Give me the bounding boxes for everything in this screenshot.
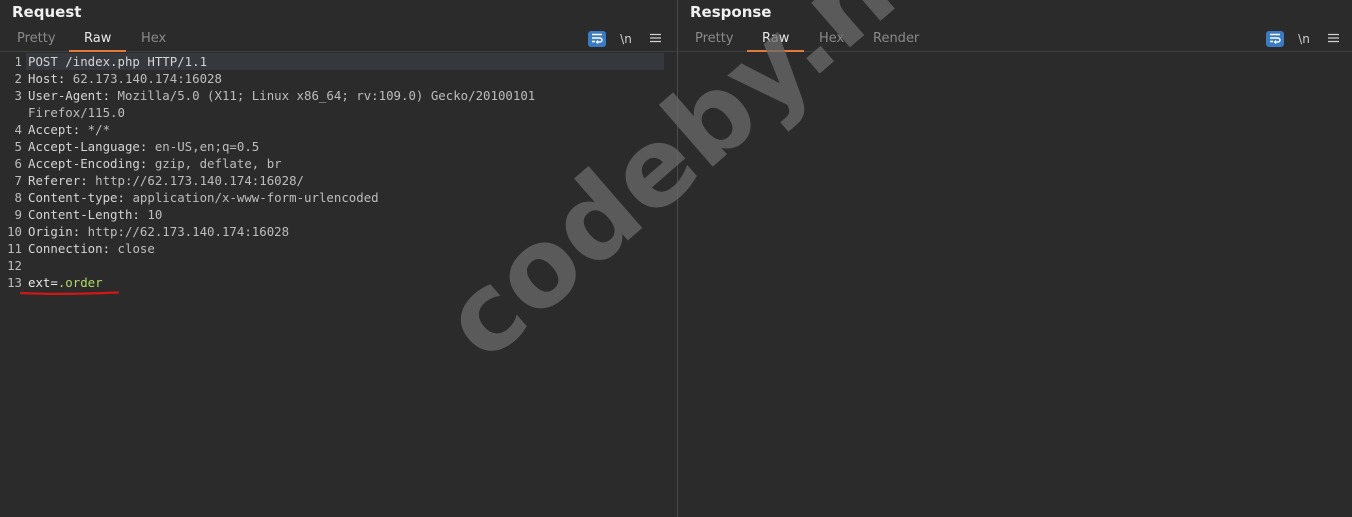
request-line: 5 Accept-Language: en-US,en;q=0.5 [0, 138, 677, 155]
line-number: 2 [14, 71, 22, 86]
request-line: 10 Origin: http://62.173.140.174:16028 [0, 223, 677, 240]
line-number: 8 [14, 190, 22, 205]
line-number: 3 [14, 88, 22, 103]
response-editor[interactable] [678, 53, 1352, 517]
line-text: Host: 62.173.140.174:16028 [28, 71, 222, 86]
tab-raw[interactable]: Raw [84, 31, 111, 51]
response-pane: Response Pretty Raw Hex Render \n [678, 0, 1352, 517]
line-number: 11 [7, 241, 22, 256]
line-text: Accept-Encoding: gzip, deflate, br [28, 156, 282, 171]
line-number: 7 [14, 173, 22, 188]
request-line-body: 13 ext=.order [0, 274, 677, 291]
request-editor[interactable]: 1 POST /index.php HTTP/1.1 2 Host: 62.17… [0, 53, 677, 291]
tab-pretty[interactable]: Pretty [695, 31, 734, 51]
line-text: Referer: http://62.173.140.174:16028/ [28, 173, 305, 188]
line-text: Firefox/115.0 [28, 105, 125, 120]
hamburger-menu-icon[interactable] [646, 31, 664, 47]
burp-repeater: Request Pretty Raw Hex \n 1 POST /index.… [0, 0, 1352, 517]
line-number: 6 [14, 156, 22, 171]
newline-toggle[interactable]: \n [1295, 31, 1313, 47]
request-tabs: Pretty Raw Hex \n [0, 29, 677, 52]
line-text: Connection: close [28, 241, 155, 256]
line-text: Accept-Language: en-US,en;q=0.5 [28, 139, 260, 154]
request-pane: Request Pretty Raw Hex \n 1 POST /index.… [0, 0, 677, 517]
request-line: 4 Accept: */* [0, 121, 677, 138]
newline-toggle[interactable]: \n [617, 31, 635, 47]
param-name: ext= [28, 275, 58, 290]
response-tabs: Pretty Raw Hex Render \n [678, 29, 1352, 52]
request-line: 9 Content-Length: 10 [0, 206, 677, 223]
line-text: ext=.order [28, 274, 103, 291]
line-text: Content-Length: 10 [28, 207, 163, 222]
line-number: 4 [14, 122, 22, 137]
request-line: 8 Content-type: application/x-www-form-u… [0, 189, 677, 206]
tab-pretty[interactable]: Pretty [17, 31, 56, 51]
line-text: Accept: */* [28, 122, 111, 137]
active-tab-underline [747, 50, 804, 52]
response-title: Response [690, 3, 772, 21]
line-number: 5 [14, 139, 22, 154]
wrap-lines-icon[interactable] [1266, 31, 1284, 47]
active-tab-underline [69, 50, 126, 52]
line-number: 13 [7, 275, 22, 290]
tab-raw[interactable]: Raw [762, 31, 789, 51]
request-line: 6 Accept-Encoding: gzip, deflate, br [0, 155, 677, 172]
line-text: Origin: http://62.173.140.174:16028 [28, 224, 290, 239]
line-number: 10 [7, 224, 22, 239]
request-line: Firefox/115.0 [0, 104, 677, 121]
tab-hex[interactable]: Hex [819, 31, 844, 51]
request-line: 3 User-Agent: Mozilla/5.0 (X11; Linux x8… [0, 87, 677, 104]
line-text: POST /index.php HTTP/1.1 [28, 54, 208, 69]
request-line: 7 Referer: http://62.173.140.174:16028/ [0, 172, 677, 189]
red-underline-annotation [20, 291, 120, 295]
param-value: .order [57, 275, 103, 290]
line-number: 12 [7, 258, 22, 273]
hamburger-menu-icon[interactable] [1324, 31, 1342, 47]
request-title: Request [12, 3, 82, 21]
tab-hex[interactable]: Hex [141, 31, 166, 51]
line-text: User-Agent: Mozilla/5.0 (X11; Linux x86_… [28, 88, 536, 103]
request-line: 2 Host: 62.173.140.174:16028 [0, 70, 677, 87]
line-number: 9 [14, 207, 22, 222]
line-text: Content-type: application/x-www-form-url… [28, 190, 379, 205]
wrap-lines-icon[interactable] [588, 31, 606, 47]
request-line: 11 Connection: close [0, 240, 677, 257]
request-line: 1 POST /index.php HTTP/1.1 [0, 53, 677, 70]
line-number: 1 [14, 54, 22, 69]
tab-render[interactable]: Render [873, 31, 919, 51]
request-line: 12 [0, 257, 677, 274]
